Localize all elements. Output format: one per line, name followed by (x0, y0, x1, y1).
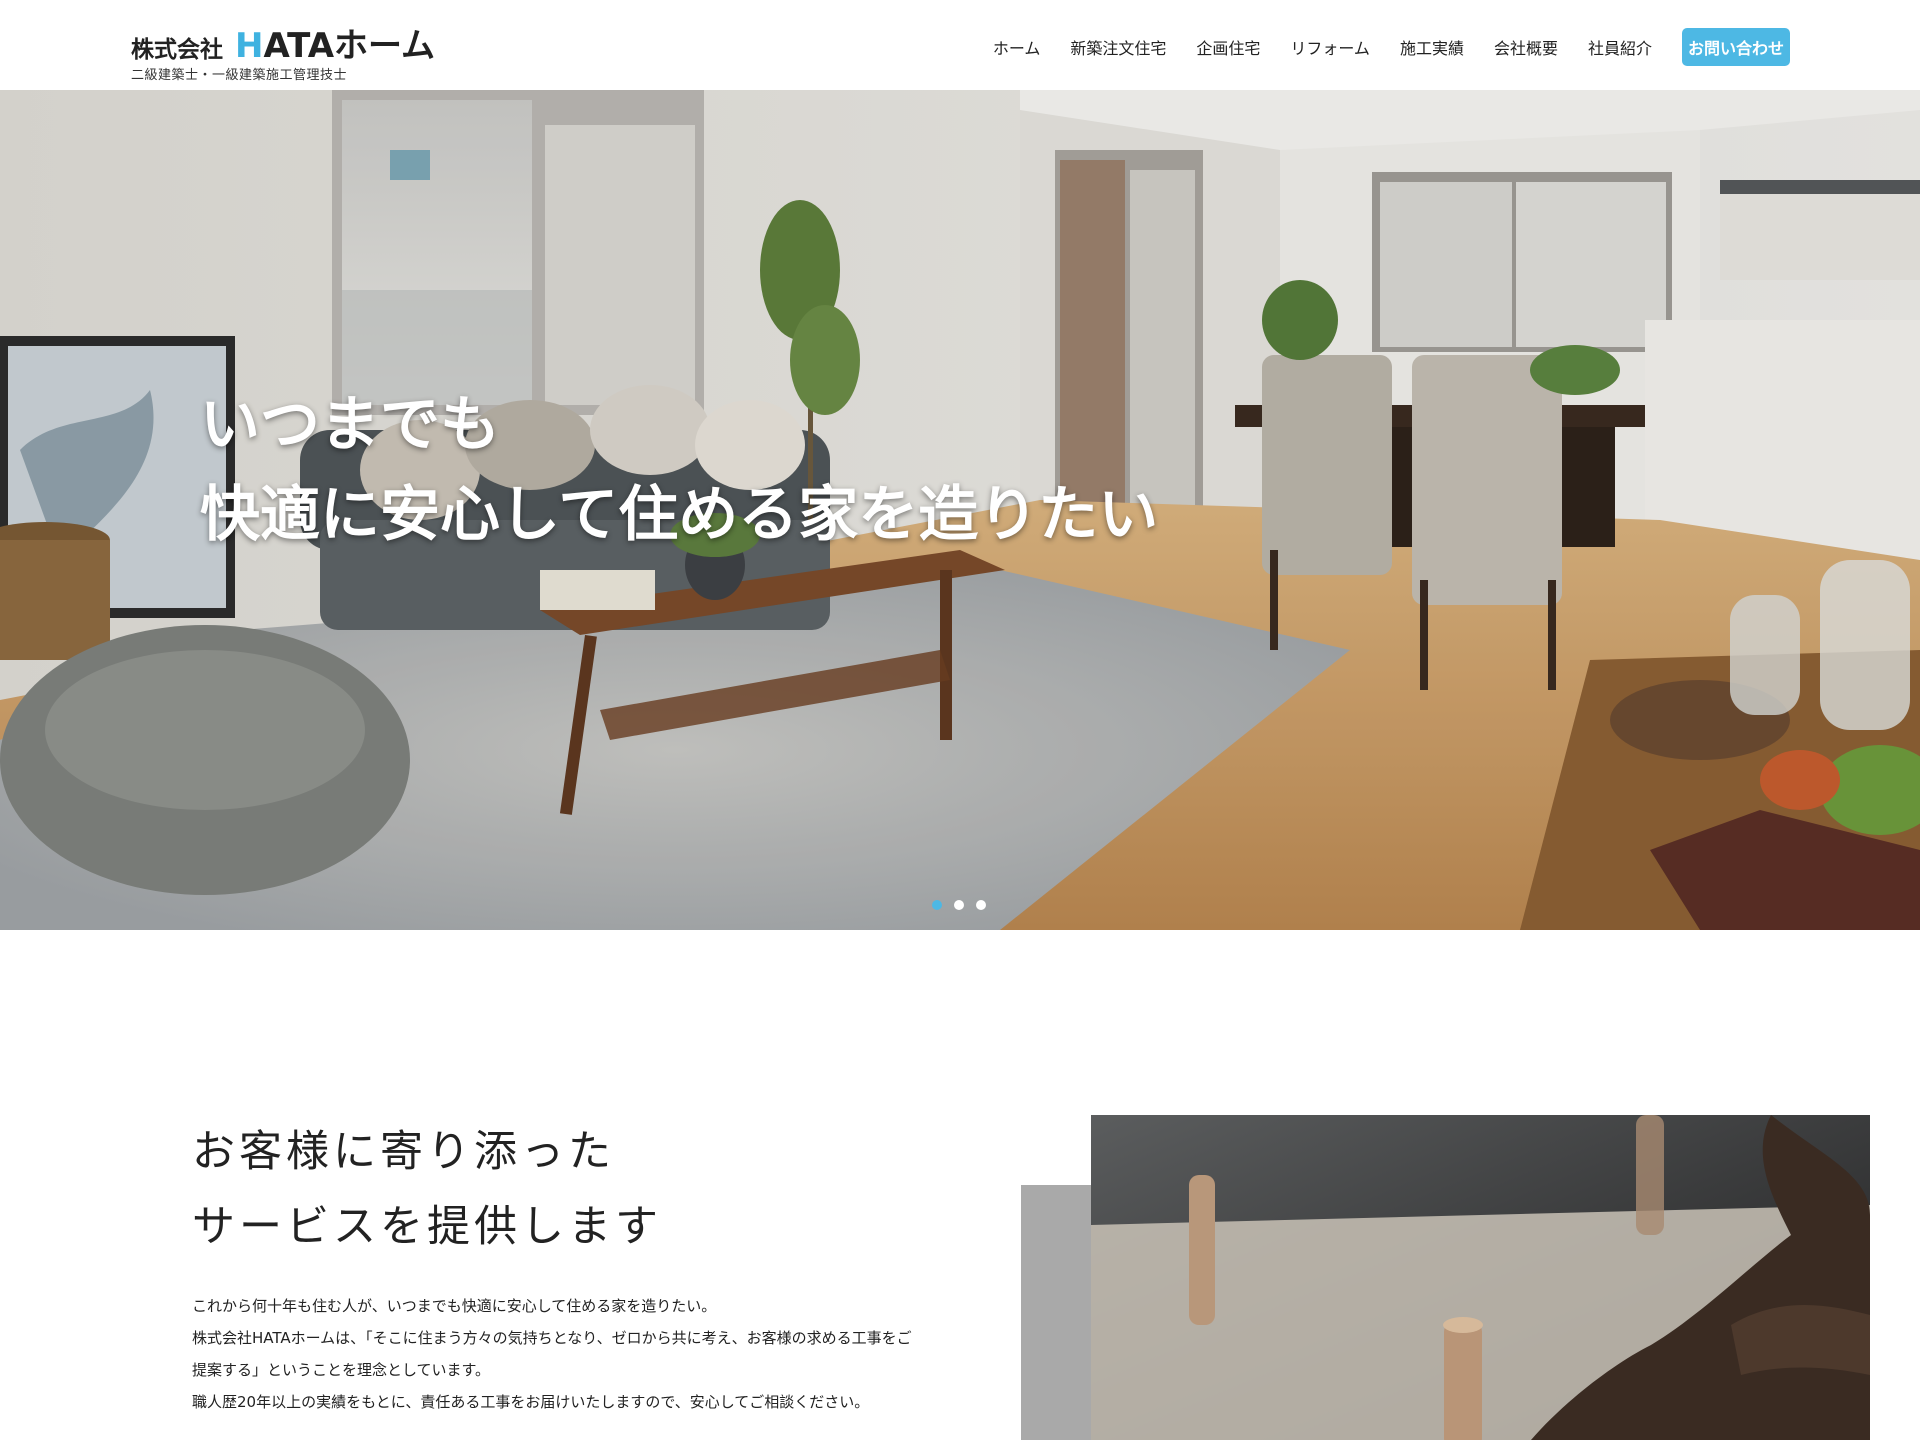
logo-wordmark: 株式会社 H ATAホーム (131, 18, 435, 67)
about-title: お客様に寄り添った サービスを提供します (192, 1115, 662, 1265)
nav-item-reform[interactable]: リフォーム (1290, 35, 1370, 59)
nav-item-staff[interactable]: 社員紹介 (1588, 35, 1652, 59)
craftsman-hands-image (1091, 1115, 1870, 1440)
slider-dot-3[interactable] (976, 900, 986, 910)
about-paragraph-line: 株式会社HATAホームは、「そこに住まう方々の気持ちとなり、ゼロから共に考え、お… (192, 1329, 912, 1347)
slider-pagination (932, 900, 998, 910)
about-title-line2: サービスを提供します (192, 1202, 662, 1252)
hero-slider: いつまでも 快適に安心して住める家を造りたい (0, 90, 1920, 930)
logo-accent-letter: H (235, 26, 264, 66)
nav-item-company[interactable]: 会社概要 (1494, 35, 1558, 59)
hero-headline-line2: 快適に安心して住める家を造りたい (200, 480, 1159, 550)
hero-headline: いつまでも 快適に安心して住める家を造りたい (200, 380, 1158, 560)
about-paragraph-line: 職人歴20年以上の実績をもとに、責任ある工事をお届けいたしますので、安心してご相… (192, 1393, 870, 1411)
nav-item-custom-home[interactable]: 新築注文住宅 (1070, 35, 1166, 59)
nav-item-planned-home[interactable]: 企画住宅 (1196, 35, 1260, 59)
logo-name: ATAホーム (263, 26, 435, 66)
about-title-line1: お客様に寄り添った (192, 1127, 615, 1177)
hero-headline-line1: いつまでも (200, 390, 500, 460)
slider-dot-1[interactable] (932, 900, 942, 910)
craftsman-photo (1091, 1115, 1870, 1440)
site-header: 株式会社 H ATAホーム 二級建築士・一級建築施工管理技士 ホーム 新築注文住宅… (0, 0, 1920, 90)
nav-item-home[interactable]: ホーム (993, 35, 1041, 59)
site-logo[interactable]: 株式会社 H ATAホーム 二級建築士・一級建築施工管理技士 (131, 18, 435, 83)
about-text: これから何十年も住む人が、いつまでも快適に安心して住める家を造りたい。 株式会社… (192, 1290, 1002, 1418)
about-paragraph-line: これから何十年も住む人が、いつまでも快適に安心して住める家を造りたい。 (192, 1297, 717, 1315)
slider-dot-2[interactable] (954, 900, 964, 910)
about-paragraph-line: 提案する」ということを理念としています。 (192, 1361, 491, 1379)
main-nav: ホーム 新築注文住宅 企画住宅 リフォーム 施工実績 会社概要 社員紹介 お問い… (963, 28, 1790, 66)
nav-item-works[interactable]: 施工実績 (1400, 35, 1464, 59)
contact-button[interactable]: お問い合わせ (1681, 28, 1790, 66)
logo-company-prefix: 株式会社 (131, 37, 223, 63)
